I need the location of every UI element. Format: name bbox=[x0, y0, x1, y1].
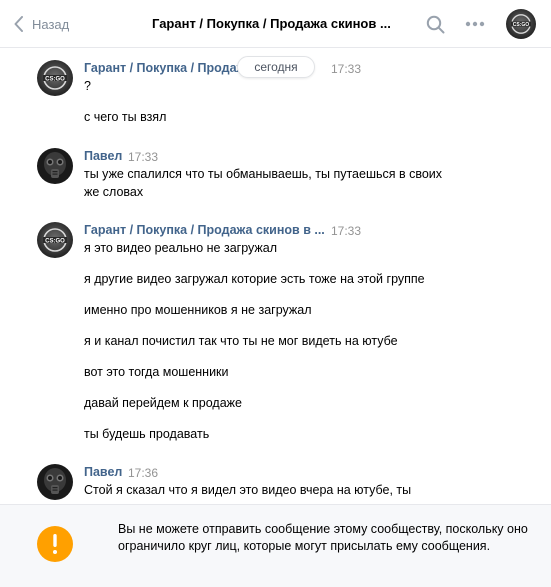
back-button[interactable]: Назад bbox=[14, 12, 69, 36]
message-group: CS:GO Гарант / Покупка / Продажа скинов … bbox=[0, 222, 551, 447]
message-time[interactable]: 17:33 bbox=[128, 150, 158, 164]
message-text: Стой я сказал что я видел это видео вчер… bbox=[84, 483, 412, 497]
message-group: Павел 17:33 ты уже спалился что ты обман… bbox=[0, 148, 551, 203]
community-avatar[interactable]: CS:GO bbox=[506, 9, 536, 39]
more-icon[interactable] bbox=[465, 21, 485, 27]
sender-avatar[interactable] bbox=[37, 464, 73, 500]
message-author[interactable]: Гарант / Покупка / Продажа скинов в ... bbox=[84, 223, 325, 237]
date-separator: сегодня bbox=[237, 56, 315, 78]
notice-text: Вы не можете отправить сообщение этому с… bbox=[118, 522, 528, 553]
message-text: с чего ты взял bbox=[84, 110, 167, 124]
message-text: именно про мошенников я не загружал bbox=[84, 303, 312, 317]
back-label: Назад bbox=[32, 16, 70, 32]
chevron-left-icon bbox=[14, 16, 23, 32]
message-text: ты уже спалился что ты обманываешь, ты п… bbox=[84, 167, 443, 181]
csgo-logo-icon: CS:GO bbox=[506, 9, 536, 39]
sender-avatar[interactable]: CS:GO bbox=[37, 60, 73, 96]
message-text: же словах bbox=[84, 185, 144, 199]
svg-text:CS:GO: CS:GO bbox=[45, 76, 65, 82]
message-text: ? bbox=[84, 79, 91, 93]
message-history[interactable]: сегодня CS:GO Гарант / Покупка / Продаж.… bbox=[0, 48, 551, 504]
message-author[interactable]: Павел bbox=[84, 149, 122, 163]
message-group: Павел 17:36 Стой я сказал что я видел эт… bbox=[0, 464, 551, 504]
conversation-header: Назад Гарант / Покупка / Продажа скинов … bbox=[0, 0, 551, 48]
message-text: вот это тогда мошенники bbox=[84, 365, 229, 379]
message-text: я это видео реально не загружал bbox=[84, 241, 278, 255]
sender-avatar[interactable] bbox=[37, 148, 73, 184]
gas-mask-icon bbox=[37, 148, 73, 184]
message-time[interactable]: 17:33 bbox=[331, 224, 361, 238]
message-text: ты будешь продавать bbox=[84, 427, 210, 441]
write-restriction-notice: Вы не можете отправить сообщение этому с… bbox=[0, 504, 551, 587]
csgo-logo-icon: CS:GO bbox=[37, 60, 73, 96]
message-text: давай перейдем к продаже bbox=[84, 396, 242, 410]
message-author[interactable]: Павел bbox=[84, 465, 122, 479]
search-icon[interactable] bbox=[426, 15, 445, 34]
conversation-title[interactable]: Гарант / Покупка / Продажа скинов ... bbox=[152, 16, 391, 31]
svg-text:CS:GO: CS:GO bbox=[513, 22, 530, 28]
message-text: я и канал почистил так что ты не мог вид… bbox=[84, 334, 398, 348]
csgo-logo-icon: CS:GO bbox=[37, 222, 73, 258]
svg-text:CS:GO: CS:GO bbox=[45, 238, 65, 244]
warning-icon bbox=[37, 526, 73, 562]
sender-avatar[interactable]: CS:GO bbox=[37, 222, 73, 258]
message-time[interactable]: 17:36 bbox=[128, 466, 158, 480]
message-time[interactable]: 17:33 bbox=[331, 62, 361, 76]
message-text: я другие видео загружал которие эсть тож… bbox=[84, 272, 425, 286]
gas-mask-icon bbox=[37, 464, 73, 500]
message-author[interactable]: Гарант / Покупка / Продаж... bbox=[84, 61, 256, 75]
